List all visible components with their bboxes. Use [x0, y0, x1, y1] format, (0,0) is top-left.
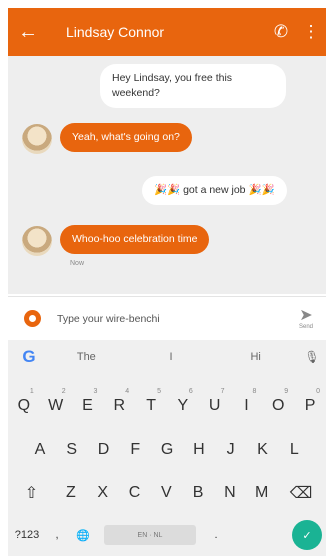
- suggestion-item[interactable]: I: [129, 351, 214, 363]
- key-t[interactable]: T5: [135, 386, 167, 426]
- contact-name: Lindsay Connor: [66, 24, 165, 40]
- backspace-icon[interactable]: ⌫: [278, 473, 325, 513]
- key-m[interactable]: M: [246, 473, 278, 513]
- message-bubble[interactable]: Whoo-hoo celebration time: [60, 225, 210, 254]
- send-label: Send: [298, 323, 313, 330]
- key-u[interactable]: U7: [199, 386, 231, 426]
- space-bar[interactable]: EN · NL: [104, 525, 196, 545]
- microphone-icon[interactable]: 🎙: [298, 350, 326, 364]
- back-arrow-icon[interactable]: ←: [8, 8, 48, 56]
- key-j[interactable]: J: [215, 430, 247, 470]
- key-b[interactable]: B: [182, 473, 214, 513]
- symbols-key[interactable]: ?123: [8, 529, 46, 541]
- key-c[interactable]: C: [119, 473, 151, 513]
- google-icon[interactable]: G: [14, 347, 44, 367]
- key-row-2: A S D F G H J K L: [8, 430, 326, 470]
- globe-icon[interactable]: 🌐: [68, 529, 98, 542]
- key-o[interactable]: O9: [262, 386, 294, 426]
- key-l[interactable]: L: [278, 430, 310, 470]
- conversation: Hey Lindsay, you free this weekend? Yeah…: [8, 56, 326, 294]
- phone-icon[interactable]: ✆: [266, 8, 296, 56]
- key-y[interactable]: Y6: [167, 386, 199, 426]
- emoji-icon[interactable]: [24, 310, 41, 327]
- key-d[interactable]: D: [88, 430, 120, 470]
- contact-avatar[interactable]: [22, 226, 52, 256]
- key-z[interactable]: Z: [55, 473, 87, 513]
- message-composer: Type your wire-benchi ➤ Send: [8, 296, 326, 340]
- key-a[interactable]: A: [24, 430, 56, 470]
- key-s[interactable]: S: [56, 430, 88, 470]
- message-bubble[interactable]: 🎉🎉 got a new job 🎉🎉: [142, 176, 287, 205]
- key-g[interactable]: G: [151, 430, 183, 470]
- comma-key[interactable]: ,: [46, 529, 68, 541]
- key-q[interactable]: Q1: [8, 386, 40, 426]
- send-icon: ➤: [299, 306, 313, 324]
- message-timestamp: Now: [70, 260, 85, 267]
- key-k[interactable]: K: [247, 430, 279, 470]
- key-n[interactable]: N: [214, 473, 246, 513]
- key-row-3: ⇧ Z X C V B N M ⌫: [8, 473, 326, 513]
- suggestion-strip: G The I Hi 🎙: [8, 340, 326, 374]
- key-e[interactable]: E3: [72, 386, 104, 426]
- send-button[interactable]: ➤ Send: [286, 306, 326, 330]
- contact-avatar[interactable]: [22, 124, 52, 154]
- key-x[interactable]: X: [87, 473, 119, 513]
- app-bar: ← Lindsay Connor ✆ ⋮: [8, 8, 326, 56]
- key-h[interactable]: H: [183, 430, 215, 470]
- key-f[interactable]: F: [119, 430, 151, 470]
- suggestion-item[interactable]: The: [44, 351, 129, 363]
- key-w[interactable]: W2: [40, 386, 72, 426]
- enter-check-icon[interactable]: ✓: [292, 520, 322, 550]
- key-v[interactable]: V: [150, 473, 182, 513]
- message-bubble[interactable]: Yeah, what's going on?: [60, 123, 192, 152]
- key-r[interactable]: R4: [103, 386, 135, 426]
- key-row-1: Q1 W2 E3 R4 T5 Y6 U7 I8 O9 P0: [8, 386, 326, 426]
- key-row-4: ?123 , 🌐 EN · NL . ✓: [8, 514, 326, 556]
- shift-icon[interactable]: ⇧: [8, 473, 55, 513]
- key-p[interactable]: P0: [294, 386, 326, 426]
- period-key[interactable]: .: [202, 529, 230, 541]
- message-input[interactable]: Type your wire-benchi: [57, 313, 286, 325]
- more-options-icon[interactable]: ⋮: [296, 8, 326, 56]
- soft-keyboard: G The I Hi 🎙 Q1 W2 E3 R4 T5 Y6 U7 I8 O9 …: [8, 340, 326, 556]
- key-i[interactable]: I8: [231, 386, 263, 426]
- message-bubble[interactable]: Hey Lindsay, you free this weekend?: [100, 64, 286, 108]
- suggestion-item[interactable]: Hi: [213, 351, 298, 363]
